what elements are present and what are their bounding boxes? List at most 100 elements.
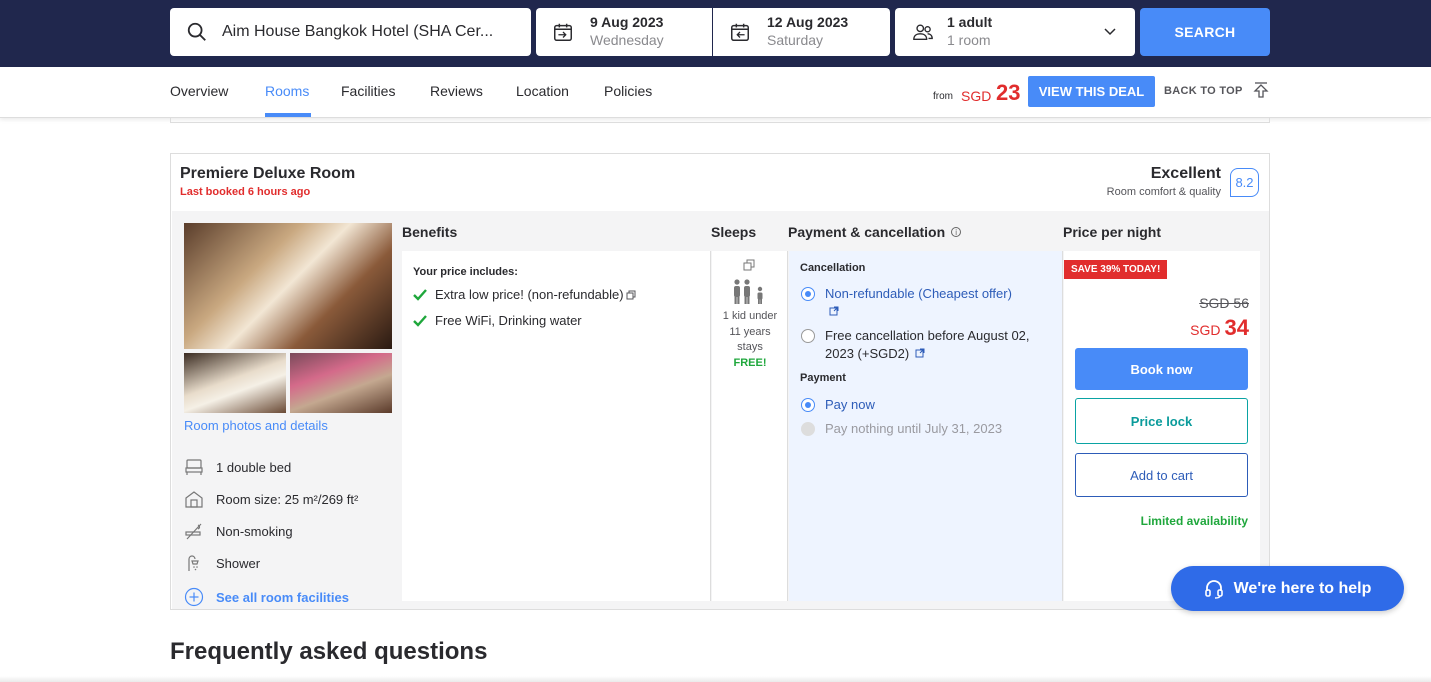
rating-word: Excellent xyxy=(1150,165,1221,182)
bed-icon xyxy=(185,459,203,475)
calendar-checkout-icon xyxy=(731,23,749,41)
price-currency: SGD xyxy=(1190,322,1221,338)
adult-and-kid-icon xyxy=(734,279,763,304)
help-chat-button[interactable]: We're here to help xyxy=(1171,566,1404,611)
checkout-day: Saturday xyxy=(767,32,824,48)
radio-selected[interactable] xyxy=(801,398,815,412)
search-button[interactable]: SEARCH xyxy=(1140,8,1270,56)
price-amount: 34 xyxy=(1224,315,1249,340)
view-deal-button[interactable]: VIEW THIS DEAL xyxy=(1028,76,1155,107)
copy-icon[interactable] xyxy=(743,259,755,271)
facility-shower: Shower xyxy=(184,553,260,573)
hotel-search-value: Aim House Bangkok Hotel (SHA Cer... xyxy=(222,23,494,40)
tab-reviews[interactable]: Reviews xyxy=(430,83,483,99)
radio-unselected[interactable] xyxy=(801,329,815,343)
shower-icon xyxy=(188,555,199,571)
payment-header: Payment & cancellation i xyxy=(788,224,962,240)
info-icon[interactable]: i xyxy=(951,227,962,237)
chevron-down-icon xyxy=(1104,28,1116,36)
hotel-search-input[interactable]: Aim House Bangkok Hotel (SHA Cer... xyxy=(170,8,531,56)
non-refundable-option[interactable]: Non-refundable (Cheapest offer) xyxy=(801,285,1051,321)
availability-note: Limited availability xyxy=(1140,514,1248,528)
checkin-day: Wednesday xyxy=(590,32,664,48)
external-link-icon[interactable] xyxy=(829,306,839,316)
kid-policy-text: 1 kid under 11 years stays xyxy=(722,310,778,353)
external-link-icon[interactable] xyxy=(915,348,925,358)
room-photos-link[interactable]: Room photos and details xyxy=(184,418,328,433)
tab-rooms[interactable]: Rooms xyxy=(265,83,309,99)
facility-label: Shower xyxy=(216,555,261,571)
see-all-facilities-link[interactable]: See all room facilities xyxy=(184,587,349,607)
facility-bed: 1 double bed xyxy=(184,457,291,477)
option-text: Free cancellation before August 02, 2023… xyxy=(825,328,1030,361)
price-header: Price per night xyxy=(1063,224,1162,240)
facility-non-smoking: Non-smoking xyxy=(184,521,293,541)
last-booked-note: Last booked 6 hours ago xyxy=(180,186,311,198)
rating-score-badge: 8.2 xyxy=(1230,168,1259,197)
checkout-date-picker[interactable]: 12 Aug 2023 Saturday xyxy=(713,8,890,56)
facility-label: Non-smoking xyxy=(216,523,293,539)
occupancy-selector[interactable]: 1 adult 1 room xyxy=(895,8,1135,56)
plus-circle-icon xyxy=(184,587,204,607)
payment-column: Cancellation Non-refundable (Cheapest of… xyxy=(789,251,1063,601)
checkin-date: 9 Aug 2023 xyxy=(590,14,664,30)
option-text: Non-refundable (Cheapest offer) xyxy=(825,286,1012,301)
arrow-up-icon[interactable] xyxy=(1253,82,1269,100)
facility-label: Room size: 25 m²/269 ft² xyxy=(216,491,359,507)
facility-label: 1 double bed xyxy=(216,459,292,475)
save-badge: SAVE 39% TODAY! xyxy=(1064,260,1168,279)
check-icon xyxy=(413,314,427,327)
payment-header-label: Payment & cancellation xyxy=(788,224,946,240)
see-all-label: See all room facilities xyxy=(216,589,349,605)
sleeps-column: 1 kid under 11 years stays FREE! xyxy=(712,251,788,601)
pay-now-option[interactable]: Pay now xyxy=(801,396,875,414)
payment-heading: Payment xyxy=(800,372,846,384)
tab-policies[interactable]: Policies xyxy=(604,83,652,99)
checkout-date: 12 Aug 2023 xyxy=(767,14,849,30)
back-to-top-link[interactable]: BACK TO TOP xyxy=(1164,85,1243,97)
faq-heading: Frequently asked questions xyxy=(170,638,488,665)
help-label: We're here to help xyxy=(1233,579,1372,597)
radio-selected[interactable] xyxy=(801,287,815,301)
room-card: Premiere Deluxe Room Last booked 6 hours… xyxy=(170,153,1270,610)
tab-overview[interactable]: Overview xyxy=(170,83,228,99)
copy-icon[interactable] xyxy=(626,290,636,300)
free-cancellation-option[interactable]: Free cancellation before August 02, 2023… xyxy=(801,327,1056,363)
cancellation-heading: Cancellation xyxy=(800,262,866,274)
room-photo-main[interactable] xyxy=(184,223,392,349)
room-photo-thumb[interactable] xyxy=(184,353,286,413)
headset-icon xyxy=(1204,579,1223,599)
non-refundable-label: Non-refundable (Cheapest offer) xyxy=(825,285,1012,321)
benefit-label: Free WiFi, Drinking water xyxy=(435,313,582,328)
check-icon xyxy=(413,288,427,301)
adults-count: 1 adult xyxy=(947,14,993,30)
room-title: Premiere Deluxe Room xyxy=(180,165,356,182)
benefits-header: Benefits xyxy=(402,224,458,240)
price-lock-button[interactable]: Price lock xyxy=(1075,398,1248,444)
page-fold xyxy=(0,676,1431,682)
no-smoking-icon xyxy=(185,523,202,540)
checkin-date-picker[interactable]: 9 Aug 2023 Wednesday xyxy=(536,8,712,56)
price-column: SAVE 39% TODAY! SGD 56 SGD 34 Book now Pr… xyxy=(1064,251,1260,601)
pay-now-label: Pay now xyxy=(825,397,875,412)
room-photo-thumb[interactable] xyxy=(290,353,392,413)
radio-disabled xyxy=(801,422,815,436)
original-price: SGD 56 xyxy=(1199,295,1249,311)
tab-location[interactable]: Location xyxy=(516,83,569,99)
rooms-count: 1 room xyxy=(947,32,991,48)
benefit-label: Extra low price! (non-refundable) xyxy=(435,287,624,302)
pay-later-label: Pay nothing until July 31, 2023 xyxy=(825,421,1003,436)
from-currency: SGD xyxy=(961,88,992,104)
kid-free-label: FREE! xyxy=(733,357,767,369)
add-to-cart-button[interactable]: Add to cart xyxy=(1075,453,1248,497)
room-details: Room photos and details 1 double bed Roo… xyxy=(172,211,1269,609)
from-price: 23 xyxy=(996,80,1021,105)
book-now-button[interactable]: Book now xyxy=(1075,348,1248,390)
price-includes-heading: Your price includes: xyxy=(413,266,518,278)
calendar-checkin-icon xyxy=(554,23,572,41)
search-bar: Aim House Bangkok Hotel (SHA Cer... 9 Au… xyxy=(0,0,1431,67)
tab-facilities[interactable]: Facilities xyxy=(341,83,395,99)
facility-room-size: Room size: 25 m²/269 ft² xyxy=(184,489,358,509)
benefit-item: Free WiFi, Drinking water xyxy=(413,313,582,328)
rating-subtitle: Room comfort & quality xyxy=(1106,186,1221,198)
